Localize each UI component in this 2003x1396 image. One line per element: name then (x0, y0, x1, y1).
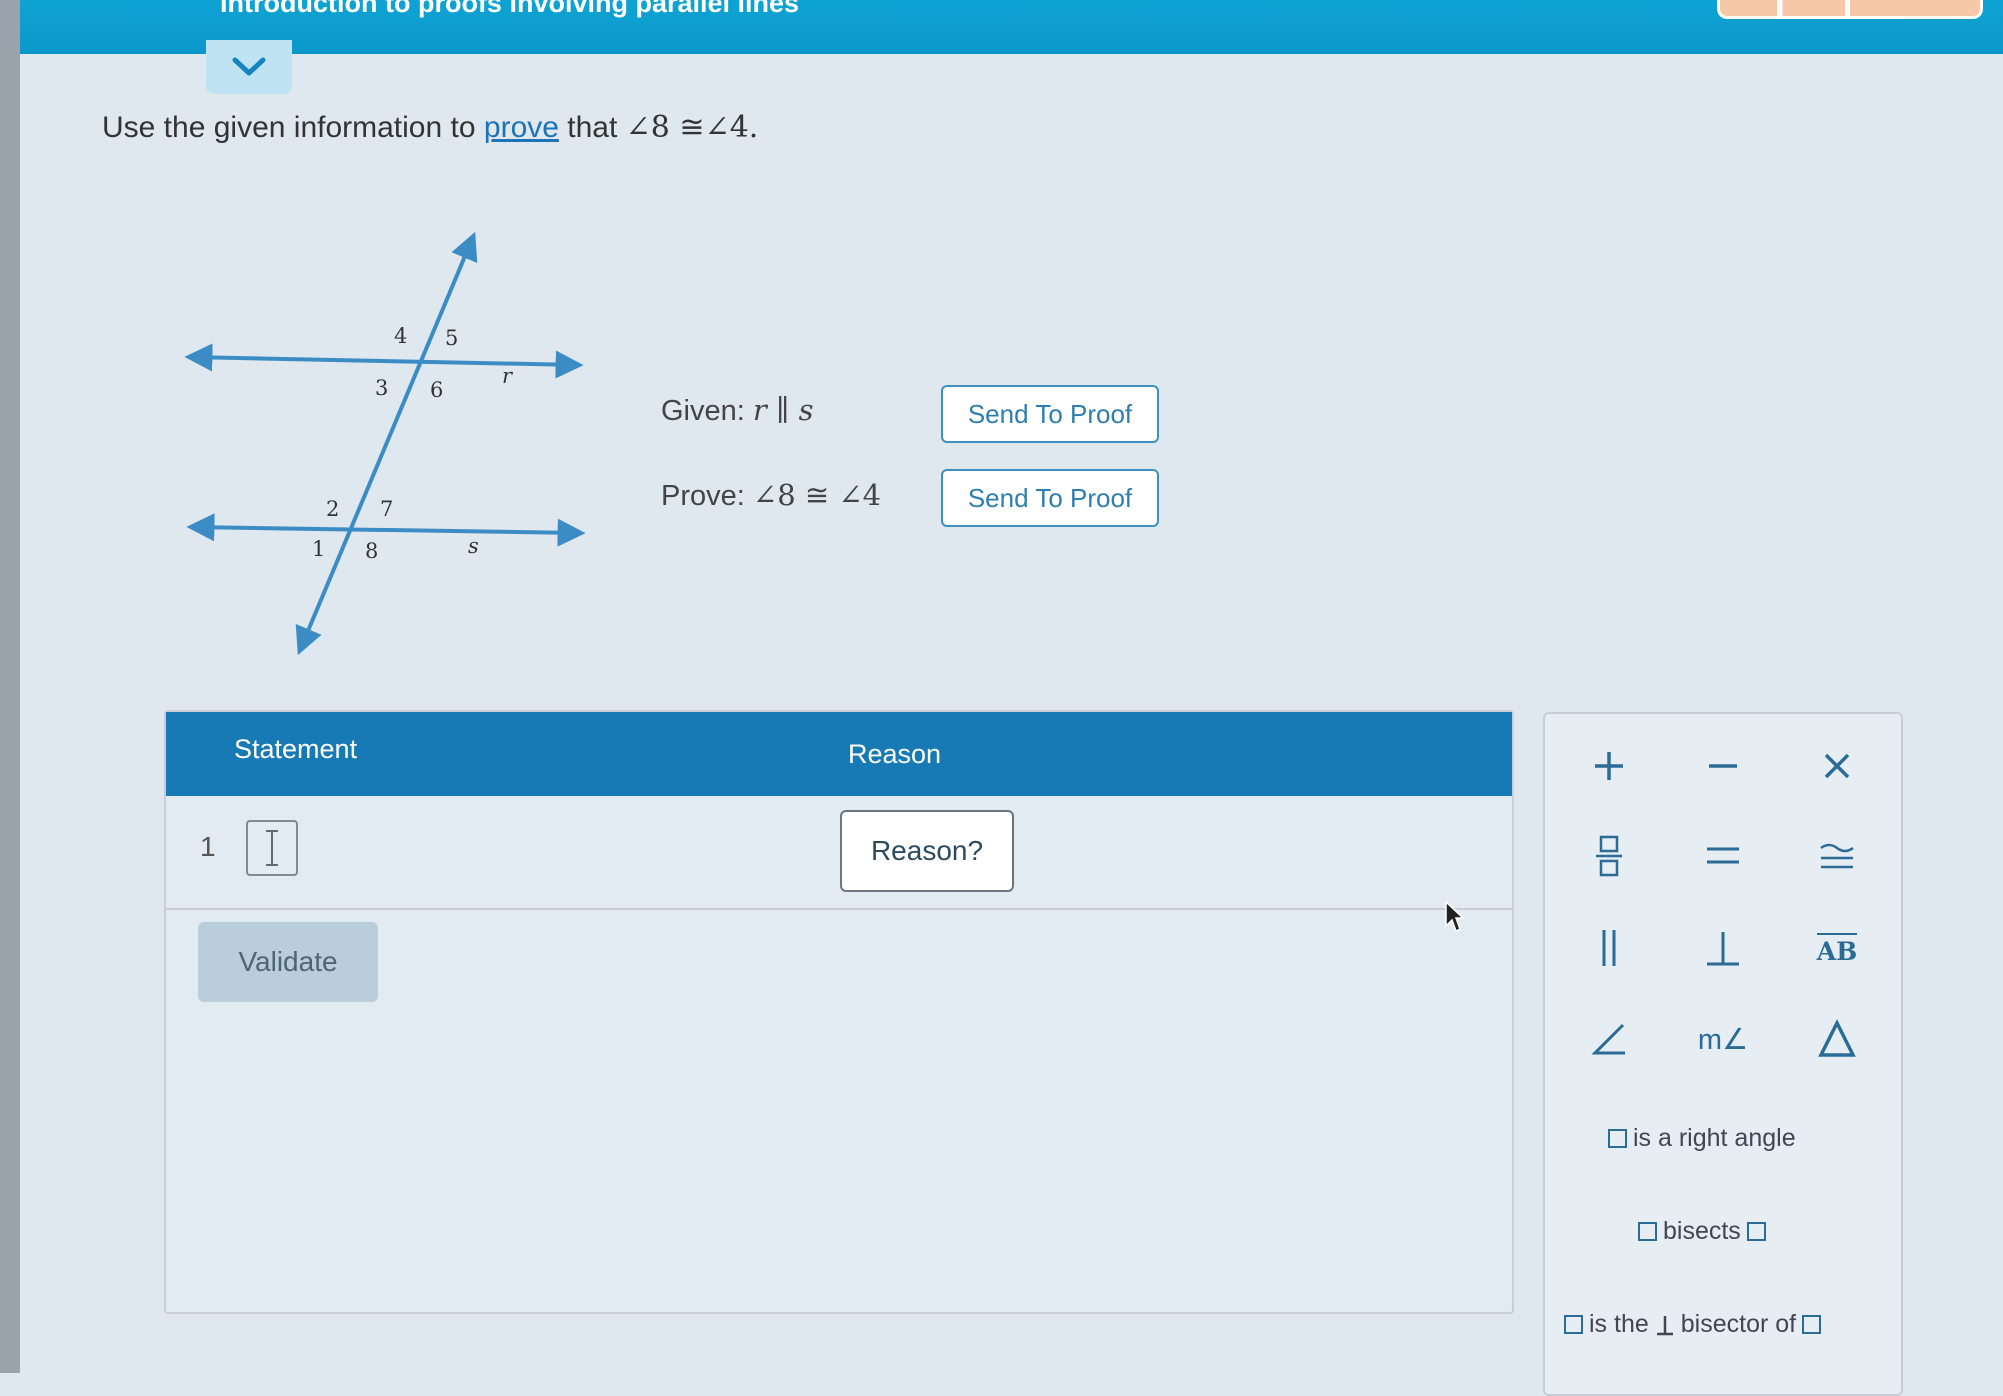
lesson-title: Introduction to proofs involving paralle… (220, 0, 800, 18)
placeholder-box-icon (1802, 1315, 1822, 1334)
bisects-label: bisects (1663, 1217, 1741, 1245)
table-row: 1 Reason? (166, 796, 1512, 910)
parallel-lines-figure: 4 5 3 6 2 7 1 8 r s (180, 225, 600, 665)
bisects-template[interactable]: bisects (1638, 1217, 1766, 1246)
angle-label-6: 6 (430, 378, 443, 402)
statement-column-header: Statement (234, 734, 358, 764)
plus-button[interactable] (1569, 736, 1649, 796)
line-label-s: s (468, 534, 479, 558)
reason-button[interactable]: Reason? (840, 810, 1014, 892)
times-icon (1824, 753, 1850, 779)
proof-table-header: Statement Reason (166, 712, 1512, 796)
parallel-icon (1602, 930, 1616, 966)
line-label-r: r (502, 364, 514, 388)
perp-bisector-suffix: bisector of (1680, 1310, 1797, 1338)
perpendicular-icon (1656, 1315, 1673, 1335)
perp-bisector-prefix: is the (1589, 1310, 1649, 1338)
segment-icon: AB (1816, 932, 1858, 964)
chevron-down-icon (232, 57, 266, 76)
right-angle-label: is a right angle (1633, 1124, 1796, 1152)
symbol-palette: AB m∠ is a right angle bisects is the bi… (1543, 712, 1903, 1396)
progress-indicator (1717, 0, 1983, 19)
row-number: 1 (200, 831, 216, 862)
problem-statement: Use the given information to prove that … (102, 110, 758, 145)
placeholder-box-icon (1608, 1129, 1627, 1148)
placeholder-box-icon (1564, 1315, 1583, 1334)
angle-label-4: 4 (394, 324, 407, 348)
measure-angle-button[interactable]: m∠ (1683, 1009, 1763, 1069)
given-row: Given: r ∥ s (661, 393, 813, 428)
top-bar: Introduction to proofs involving paralle… (20, 0, 2003, 54)
angle-button[interactable] (1569, 1009, 1649, 1069)
collapse-toggle[interactable] (206, 40, 292, 94)
send-given-to-proof-button[interactable]: Send To Proof (941, 385, 1159, 443)
statement-input[interactable] (246, 820, 298, 876)
text-cursor-icon (266, 830, 278, 866)
window-edge (0, 0, 20, 1373)
reason-column-header: Reason (848, 739, 942, 769)
send-prove-to-proof-button[interactable]: Send To Proof (941, 469, 1159, 527)
minus-button[interactable] (1683, 736, 1763, 796)
validate-button[interactable]: Validate (198, 922, 378, 1002)
equals-icon (1707, 847, 1739, 864)
placeholder-box-icon (1638, 1222, 1657, 1241)
mouse-pointer-icon (1445, 900, 1464, 933)
angle-label-8: 8 (365, 539, 378, 563)
perpendicular-bisector-template[interactable]: is the bisector of (1564, 1310, 1822, 1339)
angle-label-2: 2 (326, 497, 339, 521)
perpendicular-button[interactable] (1683, 918, 1763, 978)
fraction-button[interactable] (1569, 826, 1649, 886)
angle-label-5: 5 (445, 326, 458, 350)
measure-angle-icon: m∠ (1697, 1023, 1749, 1056)
prove-row: Prove: ∠8 ≅ ∠4 (661, 478, 881, 513)
perpendicular-icon (1707, 932, 1739, 966)
prove-expression: ∠8 ≅ ∠4 (752, 478, 882, 512)
right-angle-template[interactable]: is a right angle (1608, 1124, 1796, 1153)
prove-link[interactable]: prove (484, 111, 559, 144)
segment-button[interactable]: AB (1797, 918, 1877, 978)
congruent-icon (1820, 843, 1854, 869)
congruent-button[interactable] (1797, 826, 1877, 886)
problem-goal: ∠8 ≅∠4. (625, 110, 759, 145)
angle-label-1: 1 (312, 537, 325, 561)
placeholder-box-icon (1746, 1222, 1766, 1241)
plus-icon (1595, 752, 1623, 780)
proof-table: Statement Reason 1 Reason? Validate (164, 710, 1514, 1314)
angle-label-3: 3 (375, 376, 388, 400)
problem-suffix: that (567, 111, 618, 144)
prove-label: Prove: (661, 480, 745, 512)
angle-label-7: 7 (380, 497, 393, 521)
parallel-button[interactable] (1569, 918, 1649, 978)
minus-icon (1709, 764, 1737, 768)
given-expression: r ∥ s (752, 393, 814, 427)
angle-icon (1591, 1023, 1625, 1055)
given-label: Given: (661, 395, 745, 427)
problem-prefix: Use the given information to (102, 111, 476, 144)
triangle-button[interactable] (1797, 1009, 1877, 1069)
triangle-icon (1818, 1019, 1856, 1057)
times-button[interactable] (1797, 736, 1877, 796)
fraction-icon (1596, 835, 1622, 877)
equals-button[interactable] (1683, 826, 1763, 886)
